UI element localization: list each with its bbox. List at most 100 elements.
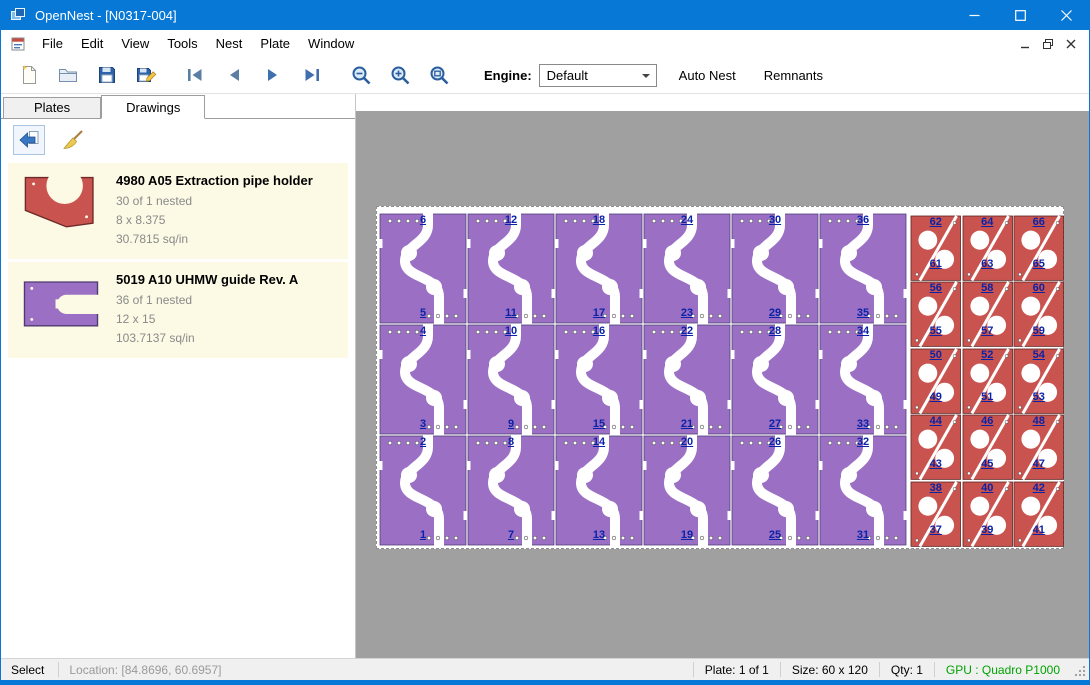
part-number: 42 <box>1033 483 1045 494</box>
part-number: 29 <box>769 308 781 319</box>
nested-part-pair[interactable]: 43 <box>379 324 467 435</box>
status-location: Location: [84.8696, 60.6957] <box>58 662 221 677</box>
nav-first-button[interactable] <box>175 60 214 90</box>
nested-part-pair[interactable]: 1615 <box>555 324 643 435</box>
menu-nest[interactable]: Nest <box>207 32 252 55</box>
nested-part-pair[interactable]: 5655 <box>910 281 962 347</box>
part-number: 14 <box>593 437 605 448</box>
part-number: 46 <box>981 416 993 427</box>
part-number: 22 <box>681 326 693 337</box>
part-number: 15 <box>593 419 605 430</box>
nested-part-pair[interactable]: 22 21 <box>643 324 731 435</box>
part-number: 21 <box>681 419 693 430</box>
close-button[interactable] <box>1043 0 1089 30</box>
resize-grip[interactable] <box>1071 659 1089 680</box>
zoom-fit-button[interactable] <box>419 60 458 90</box>
nested-part-pair[interactable]: 87 <box>467 435 555 546</box>
nested-part-pair[interactable]: 1817 <box>555 213 643 324</box>
nested-part-pair[interactable]: 4847 <box>1013 414 1065 480</box>
nested-part-pair[interactable]: 2423 <box>643 213 731 324</box>
status-plate: Plate: 1 of 1 <box>693 662 780 677</box>
nested-part-pair[interactable]: 6261 <box>910 215 962 281</box>
part-number: 35 <box>857 308 869 319</box>
part-number: 3 <box>420 419 426 430</box>
nested-part-pair[interactable]: 3433 <box>819 324 907 435</box>
nested-part-pair[interactable]: 3231 <box>819 435 907 546</box>
drawing-list-item[interactable]: 4980 A05 Extraction pipe holder30 of 1 n… <box>8 163 348 259</box>
nested-part-pair[interactable]: 6463 <box>962 215 1014 281</box>
nested-part-pair[interactable]: 4645 <box>962 414 1014 480</box>
part-number: 8 <box>508 437 514 448</box>
engine-label: Engine: <box>484 68 532 83</box>
menu-plate[interactable]: Plate <box>251 32 299 55</box>
open-button[interactable] <box>48 60 87 90</box>
nest-canvas[interactable]: 65 1211 1817 2423 <box>356 94 1089 658</box>
clear-drawings-button[interactable] <box>57 125 89 155</box>
nested-part-pair[interactable]: 5857 <box>962 281 1014 347</box>
nested-part-pair[interactable]: 4039 <box>962 481 1014 547</box>
import-drawing-button[interactable] <box>13 125 45 155</box>
nav-last-button[interactable] <box>292 60 331 90</box>
nested-part-pair[interactable]: 1211 <box>467 213 555 324</box>
part-number: 55 <box>930 326 942 337</box>
nested-part-pair[interactable]: 109 <box>467 324 555 435</box>
nested-part-pair[interactable]: 2019 <box>643 435 731 546</box>
child-restore-button[interactable] <box>1038 35 1058 53</box>
part-number: 13 <box>593 530 605 541</box>
drawings-panel: 4980 A05 Extraction pipe holder30 of 1 n… <box>1 118 355 658</box>
minimize-button[interactable] <box>951 0 997 30</box>
part-number: 1 <box>420 530 426 541</box>
nested-part-pair[interactable]: 5251 <box>962 348 1014 414</box>
tab-drawings[interactable]: Drawings <box>101 95 205 119</box>
nested-part-pair[interactable]: 5453 <box>1013 348 1065 414</box>
zoom-in-button[interactable] <box>380 60 419 90</box>
nested-part-pair[interactable]: 3837 <box>910 481 962 547</box>
part-number: 31 <box>857 530 869 541</box>
nested-part-pair[interactable]: 4443 <box>910 414 962 480</box>
status-bar: Select Location: [84.8696, 60.6957] Plat… <box>1 658 1089 680</box>
auto-nest-button[interactable]: Auto Nest <box>673 64 742 87</box>
nested-part-pair[interactable]: 2827 <box>731 324 819 435</box>
part-number: 20 <box>681 437 693 448</box>
child-close-button[interactable] <box>1061 35 1081 53</box>
menu-edit[interactable]: Edit <box>72 32 112 55</box>
zoom-out-button[interactable] <box>341 60 380 90</box>
menu-tools[interactable]: Tools <box>158 32 206 55</box>
nested-part-pair[interactable]: 3635 <box>819 213 907 324</box>
drawing-nested-count: 36 of 1 nested <box>116 291 344 310</box>
engine-select[interactable]: Default <box>539 64 657 87</box>
menu-file[interactable]: File <box>33 32 72 55</box>
nav-next-button[interactable] <box>253 60 292 90</box>
menu-view[interactable]: View <box>112 32 158 55</box>
nested-part-pair[interactable]: 6665 <box>1013 215 1065 281</box>
part-number: 30 <box>769 215 781 226</box>
nav-prev-button[interactable] <box>214 60 253 90</box>
menu-window[interactable]: Window <box>299 32 363 55</box>
part-number: 27 <box>769 419 781 430</box>
save-as-button[interactable] <box>126 60 165 90</box>
part-number: 65 <box>1033 259 1045 270</box>
nested-part-pair[interactable]: 21 <box>379 435 467 546</box>
tab-plates[interactable]: Plates <box>3 97 101 118</box>
drawing-list-item[interactable]: 5019 A10 UHMW guide Rev. A36 of 1 nested… <box>8 262 348 358</box>
part-number: 11 <box>505 308 517 319</box>
plate[interactable]: 65 1211 1817 2423 <box>376 206 1064 549</box>
nested-part-pair[interactable]: 6059 <box>1013 281 1065 347</box>
nested-part-pair[interactable]: 4241 <box>1013 481 1065 547</box>
save-button[interactable] <box>87 60 126 90</box>
nested-part-pair[interactable]: 5049 <box>910 348 962 414</box>
drawing-area: 30.7815 sq/in <box>116 230 344 249</box>
remnants-button[interactable]: Remnants <box>758 64 829 87</box>
drawing-title: 4980 A05 Extraction pipe holder <box>116 173 344 188</box>
nested-part-pair[interactable]: 2625 <box>731 435 819 546</box>
child-minimize-button[interactable] <box>1015 35 1035 53</box>
part-number: 5 <box>420 308 426 319</box>
maximize-button[interactable] <box>997 0 1043 30</box>
new-button[interactable] <box>9 60 48 90</box>
nested-part-pair[interactable]: 30 29 <box>731 213 819 324</box>
part-number: 23 <box>681 308 693 319</box>
nested-part-pair[interactable]: 65 <box>379 213 467 324</box>
part-number: 17 <box>593 308 605 319</box>
nested-part-pair[interactable]: 14 13 <box>555 435 643 546</box>
part-number: 7 <box>508 530 514 541</box>
